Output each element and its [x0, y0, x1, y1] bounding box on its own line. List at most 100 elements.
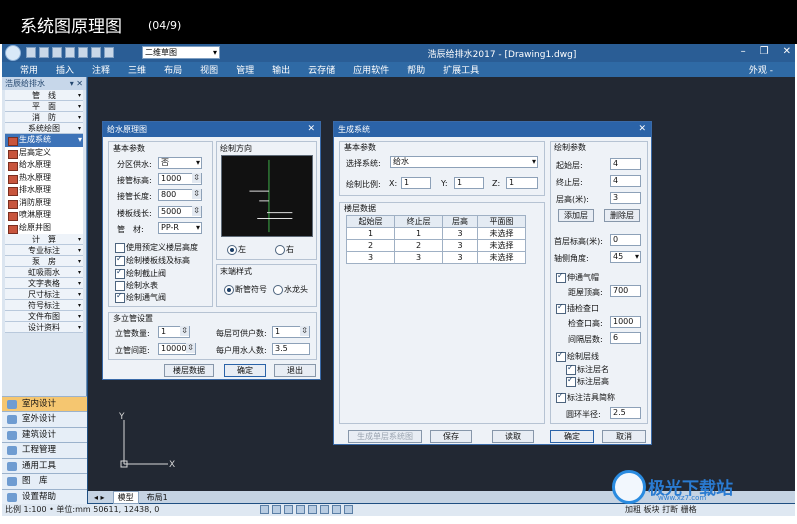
- check-stop-valve[interactable]: 绘制截止阀: [115, 267, 166, 279]
- cell[interactable]: 3: [442, 239, 478, 252]
- category-dimension-pro[interactable]: 专业标注: [5, 245, 83, 256]
- pipe-height-input[interactable]: 1000: [158, 173, 202, 185]
- direction-left-radio[interactable]: 左: [227, 244, 246, 255]
- check-water-meter[interactable]: 绘制水表: [115, 280, 158, 291]
- end-break-radio[interactable]: 断管符号: [224, 284, 267, 295]
- category-pump[interactable]: 泵 房: [5, 256, 83, 267]
- check-floor-lines[interactable]: 绘制楼板线及标高: [115, 254, 190, 266]
- tab-model[interactable]: 模型: [112, 490, 139, 504]
- status-right-toggles[interactable]: 加粗 板块 打断 栅格: [625, 504, 697, 516]
- tool-well-drawing[interactable]: 绘原井图: [5, 221, 83, 234]
- floor-height-input[interactable]: 3: [610, 192, 641, 204]
- tab-view[interactable]: 视图: [200, 63, 218, 76]
- undo-icon[interactable]: [91, 47, 101, 58]
- minimize-button[interactable]: –: [741, 46, 746, 57]
- add-floor-button[interactable]: 添加层: [558, 209, 594, 222]
- category-fire[interactable]: 消 防: [5, 112, 83, 123]
- close-icon[interactable]: ✕: [307, 122, 315, 137]
- snap-icon[interactable]: [260, 505, 269, 514]
- lineweight-icon[interactable]: [332, 505, 341, 514]
- module-outdoor[interactable]: 室外设计: [2, 411, 87, 427]
- tool-generate-system[interactable]: 生成系统: [5, 134, 83, 147]
- cell[interactable]: 2: [345, 239, 396, 252]
- appearance-menu[interactable]: 外观 -: [749, 63, 773, 76]
- ring-radius-input[interactable]: 2.5: [610, 407, 641, 419]
- save-as-icon[interactable]: [65, 47, 75, 58]
- module-indoor[interactable]: 室内设计: [2, 395, 87, 411]
- tab-help[interactable]: 帮助: [407, 63, 425, 76]
- cell[interactable]: 3: [442, 251, 478, 264]
- cell[interactable]: 3: [394, 251, 444, 264]
- households-input[interactable]: 1: [272, 326, 310, 338]
- workspace-select[interactable]: 二维草图: [142, 46, 220, 59]
- cell[interactable]: 1: [345, 227, 396, 240]
- tab-layout[interactable]: 布局: [164, 63, 182, 76]
- axis-angle-select[interactable]: 45: [610, 251, 641, 263]
- tool-water-schematic[interactable]: 给水原理: [5, 159, 83, 172]
- check-vent-valve[interactable]: 绘制通气阀: [115, 291, 166, 303]
- close-button[interactable]: ✕: [783, 46, 791, 57]
- people-input[interactable]: 3.5: [272, 343, 310, 355]
- end-faucet-radio[interactable]: 水龙头: [273, 284, 308, 295]
- module-settings[interactable]: 设置帮助: [2, 488, 87, 504]
- category-siphon[interactable]: 虹吸雨水: [5, 267, 83, 278]
- tab-layout1[interactable]: 布局1: [147, 492, 168, 503]
- cell[interactable]: 未选择: [476, 227, 527, 240]
- vent-distance-input[interactable]: 700: [610, 285, 641, 297]
- tab-3d[interactable]: 三维: [128, 63, 146, 76]
- ortho-icon[interactable]: [284, 505, 293, 514]
- direction-right-radio[interactable]: 右: [275, 244, 294, 255]
- app-logo-icon[interactable]: [5, 45, 21, 61]
- tool-floor-height[interactable]: 层高定义: [5, 146, 83, 159]
- category-system-draw[interactable]: 系统绘图: [5, 123, 83, 134]
- category-calc[interactable]: 计 算: [5, 234, 83, 245]
- table-row[interactable]: 1 1 3 未选择: [345, 227, 527, 240]
- open-file-icon[interactable]: [39, 47, 49, 58]
- category-pipe[interactable]: 管 线: [5, 90, 83, 101]
- tab-manage[interactable]: 管理: [236, 63, 254, 76]
- new-file-icon[interactable]: [26, 47, 36, 58]
- delete-floor-button[interactable]: 删除层: [604, 209, 640, 222]
- otrack-icon[interactable]: [320, 505, 329, 514]
- material-select[interactable]: PP-R: [158, 222, 202, 234]
- cell[interactable]: 未选择: [476, 239, 527, 252]
- print-icon[interactable]: [78, 47, 88, 58]
- category-dimension[interactable]: 尺寸标注: [5, 289, 83, 300]
- save-button[interactable]: 保存: [430, 430, 472, 443]
- floor-name-checkbox[interactable]: 标注层名: [566, 363, 609, 375]
- floor-lines-checkbox[interactable]: 绘制层线: [556, 350, 599, 362]
- cell[interactable]: 1: [394, 227, 444, 240]
- riser-gap-input[interactable]: 10000: [158, 343, 196, 355]
- tab-extensions[interactable]: 扩展工具: [443, 63, 479, 76]
- cancel-button[interactable]: 取消: [602, 430, 646, 443]
- redo-icon[interactable]: [104, 47, 114, 58]
- tab-insert[interactable]: 插入: [56, 63, 74, 76]
- floor-data-button[interactable]: 楼层数据: [164, 364, 214, 377]
- generate-single-button[interactable]: 生成单层系统图: [348, 430, 422, 443]
- category-text-table[interactable]: 文字表格: [5, 278, 83, 289]
- grid-icon[interactable]: [272, 505, 281, 514]
- cell[interactable]: 未选择: [476, 251, 527, 264]
- cell[interactable]: 3: [442, 227, 478, 240]
- module-architecture[interactable]: 建筑设计: [2, 426, 87, 442]
- supply-select[interactable]: 否: [158, 157, 202, 169]
- read-button[interactable]: 读取: [492, 430, 534, 443]
- tool-fire-schematic[interactable]: 消防原理: [5, 196, 83, 209]
- tool-drain-schematic[interactable]: 排水原理: [5, 184, 83, 197]
- fixture-abbrev-checkbox[interactable]: 标注洁具简称: [556, 391, 615, 403]
- inspection-height-input[interactable]: 1000: [610, 316, 641, 328]
- table-row[interactable]: 2 2 3 未选择: [345, 239, 527, 252]
- restore-button[interactable]: ❐: [760, 46, 769, 57]
- tab-apps[interactable]: 应用软件: [353, 63, 389, 76]
- scale-y-input[interactable]: 1: [454, 177, 484, 189]
- riser-count-input[interactable]: 1: [158, 326, 190, 338]
- category-resources[interactable]: 设计资料: [5, 322, 83, 333]
- first-floor-height-input[interactable]: 0: [610, 234, 641, 246]
- category-layout[interactable]: 文件布图: [5, 311, 83, 322]
- model-icon[interactable]: [344, 505, 353, 514]
- palette-header[interactable]: 浩辰给排水: [2, 77, 86, 90]
- exit-button[interactable]: 退出: [274, 364, 316, 377]
- scale-z-input[interactable]: 1: [506, 177, 538, 189]
- cell[interactable]: 3: [345, 251, 396, 264]
- start-floor-input[interactable]: 4: [610, 158, 641, 170]
